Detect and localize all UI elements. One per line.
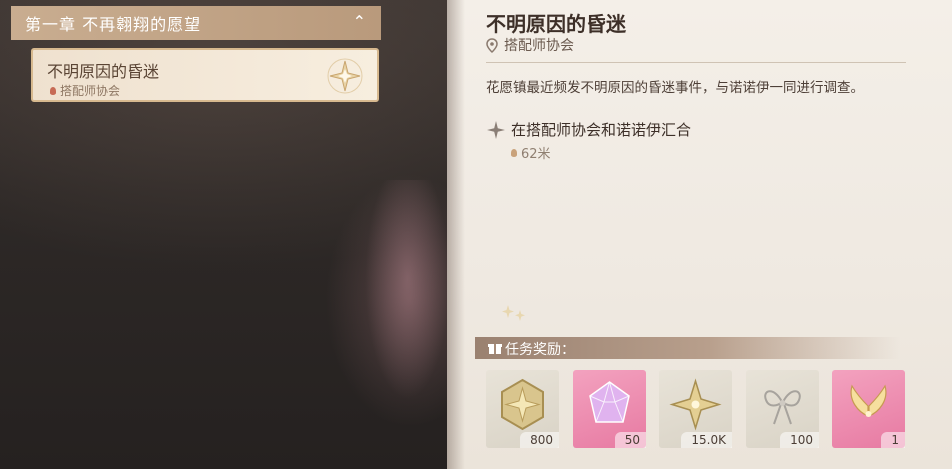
gold-star-shard-icon bbox=[669, 378, 722, 431]
reward-count: 15.0K bbox=[681, 432, 732, 448]
reward-item[interactable]: 800 bbox=[486, 370, 559, 448]
quest-location: 搭配师协会 bbox=[486, 35, 574, 55]
golden-wings-icon bbox=[850, 384, 887, 417]
objective-star-icon bbox=[487, 120, 505, 139]
gift-icon bbox=[488, 344, 502, 354]
chapter-header[interactable]: 第一章 不再翱翔的愿望 ⌃ bbox=[11, 6, 381, 40]
quest-emblem-icon bbox=[327, 58, 363, 94]
rewards-header: 任务奖励： bbox=[475, 337, 900, 359]
quest-title: 不明原因的昏迷 bbox=[486, 12, 626, 36]
reward-item[interactable]: 100 bbox=[746, 370, 819, 448]
divider bbox=[486, 62, 906, 63]
sparkle-icon bbox=[502, 305, 525, 321]
distance-pin-icon bbox=[511, 148, 517, 157]
quest-list-item-selected[interactable]: 不明原因的昏迷 搭配师协会 bbox=[31, 48, 379, 102]
reward-item[interactable]: 1 bbox=[832, 370, 905, 448]
chapter-title: 第一章 不再翱翔的愿望 bbox=[25, 15, 202, 34]
objective-distance: 62米 bbox=[511, 143, 551, 162]
chevron-up-icon[interactable]: ⌃ bbox=[353, 12, 367, 31]
pink-crystal-icon bbox=[589, 381, 630, 423]
location-pin-icon bbox=[486, 37, 498, 53]
objective-text: 在搭配师协会和诺诺伊汇合 bbox=[511, 121, 692, 139]
reward-count: 50 bbox=[614, 432, 646, 448]
silver-bow-icon bbox=[764, 390, 801, 425]
quest-objective[interactable]: 在搭配师协会和诺诺伊汇合 bbox=[487, 119, 691, 140]
reward-count: 100 bbox=[780, 432, 819, 448]
reward-item[interactable]: 15.0K bbox=[659, 370, 732, 448]
gold-star-coin-icon bbox=[501, 378, 544, 431]
quest-location-text: 搭配师协会 bbox=[504, 38, 574, 54]
quest-item-location-text: 搭配师协会 bbox=[60, 84, 121, 98]
reward-count: 800 bbox=[520, 432, 559, 448]
rewards-label: 任务奖励： bbox=[505, 342, 575, 358]
quest-description: 花愿镇最近频发不明原因的昏迷事件，与诺诺伊一同进行调查。 bbox=[486, 80, 864, 96]
background-character bbox=[365, 180, 450, 400]
reward-count: 1 bbox=[881, 432, 905, 448]
quest-item-location: 搭配师协会 bbox=[50, 82, 120, 99]
reward-item[interactable]: 50 bbox=[573, 370, 646, 448]
location-pin-icon bbox=[50, 86, 56, 95]
quest-item-title: 不明原因的昏迷 bbox=[47, 62, 160, 81]
objective-distance-text: 62米 bbox=[521, 147, 551, 162]
